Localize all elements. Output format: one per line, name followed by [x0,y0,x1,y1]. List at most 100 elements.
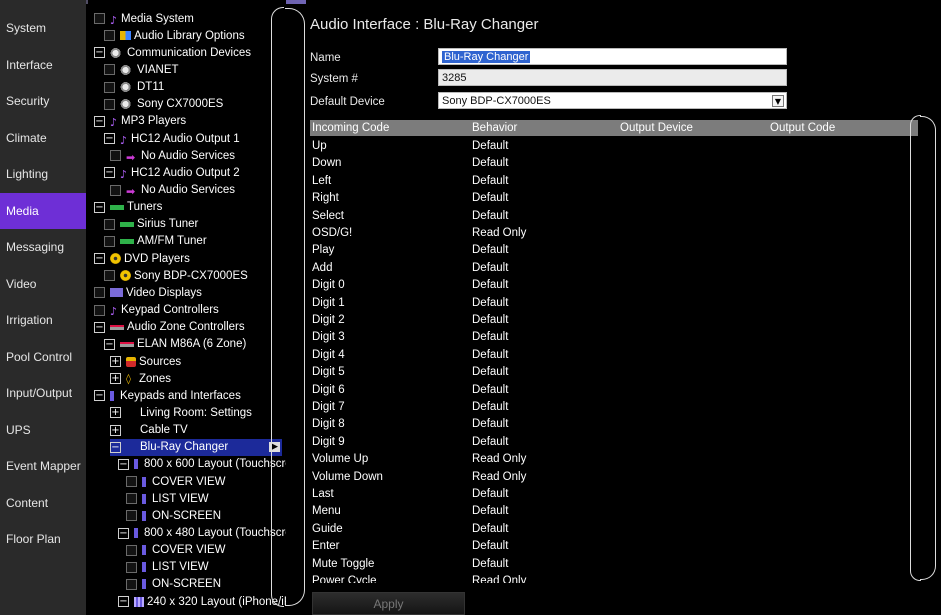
nav-item-messaging[interactable]: Messaging [0,229,86,265]
collapse-icon[interactable]: − [118,527,129,539]
table-row[interactable]: Menu Default [310,503,918,520]
tree-item[interactable]: + Sources [110,353,181,370]
collapse-icon[interactable]: − [94,47,105,59]
collapse-icon[interactable]: − [94,201,105,213]
tree-item[interactable]: ➡ No Audio Services [110,182,235,199]
checkbox[interactable] [126,476,137,488]
checkbox[interactable] [94,304,105,316]
table-row[interactable]: Digit 3 Default [310,329,918,346]
tree-item[interactable]: − Audio Zone Controllers [94,319,245,336]
nav-item-event-mapper[interactable]: Event Mapper [0,448,86,484]
collapse-icon[interactable]: − [94,115,105,127]
tree-item[interactable]: Sony BDP-CX7000ES [104,267,248,284]
nav-item-security[interactable]: Security [0,83,86,119]
tree-item[interactable]: + ◊ Zones [110,370,171,387]
tree-item[interactable]: VIANET [104,61,179,78]
tree-item[interactable]: COVER VIEW [126,473,225,490]
collapse-icon[interactable]: − [110,441,121,453]
tree-item[interactable]: + Living Room: Settings [110,404,252,421]
nav-item-climate[interactable]: Climate [0,120,86,156]
table-row[interactable]: Last Default [310,486,918,503]
tree-item[interactable]: DT11 [104,79,164,96]
checkbox[interactable] [126,493,137,505]
tree-item[interactable]: − ♪ HC12 Audio Output 2 [104,164,240,181]
table-row[interactable]: Digit 0 Default [310,277,918,294]
nav-item-video[interactable]: Video [0,266,86,302]
tree-item[interactable]: − Tuners [94,199,162,216]
tree-item[interactable]: − 240 x 320 Layout (iPhone/iPod [118,593,286,610]
tree-item[interactable]: ON-SCREEN [126,576,221,593]
tree-item[interactable]: LIST VIEW [126,559,209,576]
tree-item[interactable]: − Blu-Ray Changer ▶ [110,438,282,456]
chevron-down-icon[interactable]: ▼ [772,95,784,107]
tree-item[interactable]: LIST VIEW [126,490,209,507]
tree-item[interactable]: ON-SCREEN [126,507,221,524]
checkbox[interactable] [104,98,115,110]
table-row[interactable]: Digit 1 Default [310,295,918,312]
tree-item[interactable]: − DVD Players [94,250,190,267]
checkbox[interactable] [104,270,115,282]
table-scrollbar[interactable] [910,115,936,581]
name-field[interactable]: Blu-Ray Changer [438,48,787,65]
table-row[interactable]: Digit 7 Default [310,399,918,416]
apply-button[interactable]: Apply [312,592,465,615]
collapse-icon[interactable]: − [94,321,105,333]
table-row[interactable]: Digit 2 Default [310,312,918,329]
collapse-icon[interactable]: − [94,253,105,265]
checkbox[interactable] [104,235,115,247]
table-row[interactable]: OSD/G! Read Only [310,225,918,242]
tree-item[interactable]: COVER VIEW [126,542,225,559]
tree-item[interactable]: + Cable TV [110,422,188,439]
tree-item[interactable]: AM/FM Tuner [104,233,207,250]
table-row[interactable]: Digit 5 Default [310,364,918,381]
table-row[interactable]: Digit 6 Default [310,382,918,399]
tree-item[interactable]: − ♪ MP3 Players [94,113,186,130]
nav-item-system[interactable]: System [0,10,86,46]
checkbox[interactable] [126,578,137,590]
nav-item-pool-control[interactable]: Pool Control [0,339,86,375]
tree-item[interactable]: − ♪ HC12 Audio Output 1 [104,130,240,147]
tree-item[interactable]: ♪ Media System [94,10,194,27]
table-row[interactable]: Up Default [310,138,918,155]
table-row[interactable]: Play Default [310,242,918,259]
table-row[interactable]: Digit 8 Default [310,416,918,433]
checkbox[interactable] [94,287,105,299]
tree-item[interactable]: − Communication Devices [94,44,251,61]
collapse-icon[interactable]: − [118,458,129,470]
tree-item[interactable]: − 800 x 480 Layout (Touchscreen) [118,525,286,542]
table-row[interactable]: Digit 9 Default [310,434,918,451]
table-row[interactable]: Digit 4 Default [310,347,918,364]
table-row[interactable]: Down Default [310,155,918,172]
collapse-icon[interactable]: − [104,338,115,350]
checkbox[interactable] [94,13,105,24]
nav-item-input-output[interactable]: Input/Output [0,375,86,411]
tree-item[interactable]: Audio Library Options [104,27,245,44]
table-row[interactable]: Left Default [310,173,918,190]
expand-icon[interactable]: + [110,424,121,436]
table-row[interactable]: Select Default [310,208,918,225]
checkbox[interactable] [104,218,115,230]
table-row[interactable]: Power Cycle Read Only [310,573,918,583]
tree-item[interactable]: ♪ Keypad Controllers [94,302,219,319]
tree-item[interactable]: ➡ No Audio Services [110,147,235,164]
checkbox[interactable] [104,30,115,42]
nav-item-floor-plan[interactable]: Floor Plan [0,521,86,557]
checkbox[interactable] [110,184,121,196]
nav-item-media[interactable]: Media [0,192,86,229]
checkbox[interactable] [104,81,115,93]
tree-item[interactable]: Sony CX7000ES [104,96,223,113]
nav-item-interface[interactable]: Interface [0,47,86,83]
collapse-icon[interactable]: − [118,596,129,608]
table-row[interactable]: Add Default [310,260,918,277]
tree-item[interactable]: − 800 x 600 Layout (Touchscreen) [118,456,286,473]
tree-item[interactable]: Video Displays [94,284,202,301]
tree-item[interactable]: − Keypads and Interfaces [94,387,241,404]
collapse-icon[interactable]: − [94,390,105,402]
expand-icon[interactable]: + [110,373,121,385]
table-row[interactable]: Right Default [310,190,918,207]
expand-icon[interactable]: + [110,407,121,419]
nav-item-ups[interactable]: UPS [0,412,86,448]
nav-item-content[interactable]: Content [0,485,86,521]
expand-icon[interactable]: + [110,356,121,367]
checkbox[interactable] [126,510,137,522]
